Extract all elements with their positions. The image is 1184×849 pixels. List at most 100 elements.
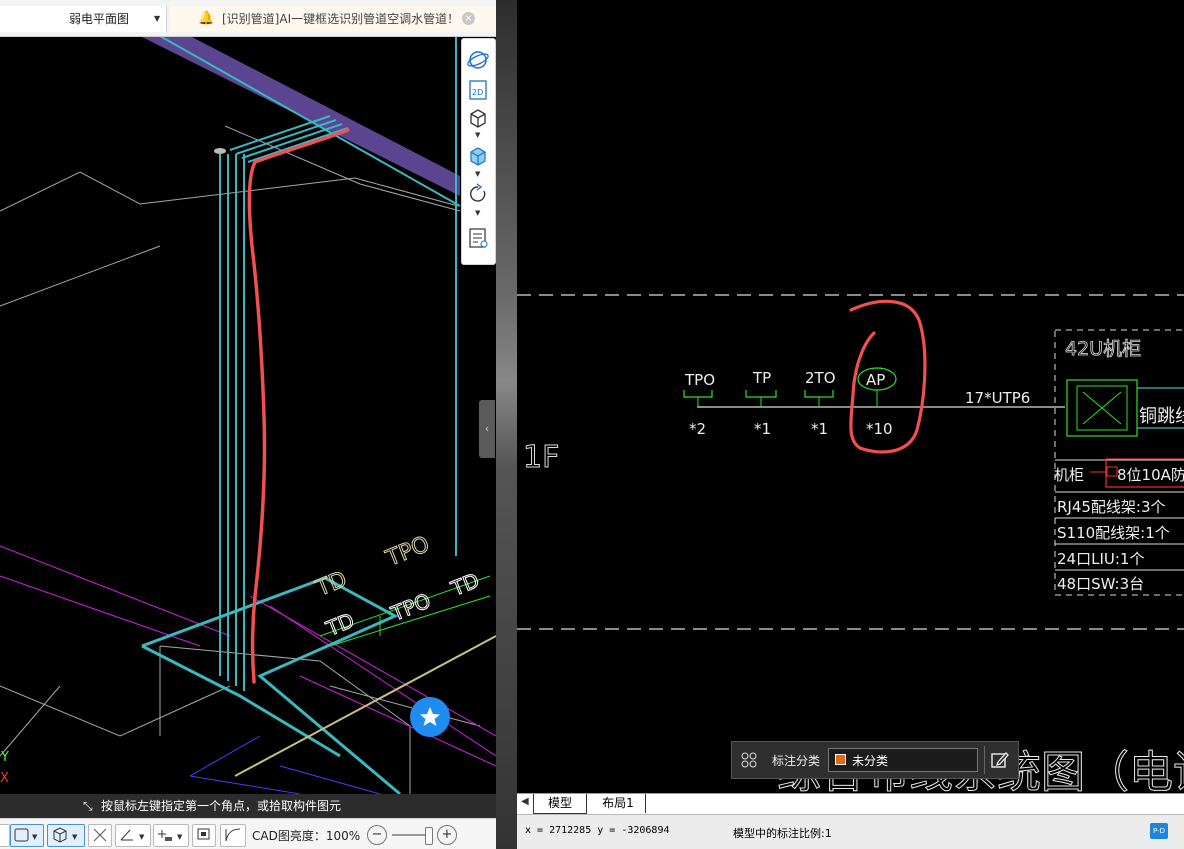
svg-text:▼: ▼ (139, 833, 145, 841)
curve-icon (225, 828, 241, 842)
rounded-rect-icon: ▼ (14, 828, 38, 842)
cross-icon (93, 828, 107, 842)
axis-x-label: X (0, 771, 9, 786)
floor-label: 1F (523, 440, 559, 475)
cabinet-item-1: RJ45配线架:3个 (1057, 498, 1166, 516)
layer-tool-button[interactable] (192, 824, 216, 847)
annotation-category-value: 未分类 (852, 754, 889, 768)
bottom-toolbar: ▼ ▼ ▼ ▼ CAD图亮度：100% − + (0, 818, 496, 849)
chevron-down-icon[interactable]: ▼ (475, 170, 480, 178)
outlet-2to-count: *1 (811, 420, 828, 438)
svg-text:▼: ▼ (177, 833, 183, 841)
cabinet-title: 42U机柜 (1065, 338, 1141, 360)
cad-canvas[interactable]: 1F TPO *2 TP *1 2TO *1 AP *10 17*UTP6 42… (517, 0, 1184, 793)
brightness-slider-knob[interactable] (425, 827, 433, 845)
toolbar-separator (984, 746, 985, 774)
outlet-tp: TP *1 (745, 369, 777, 438)
blue-hatch-1 (189, 735, 261, 777)
cube-solid-icon[interactable] (467, 145, 489, 167)
scene-label-td-3: TD (447, 568, 483, 601)
angle-tool-button[interactable]: ▼ (115, 824, 151, 847)
angle-icon: ▼ (120, 829, 145, 841)
teal-pipe-top-1 (159, 36, 461, 207)
tab-model[interactable]: 模型 (533, 794, 587, 814)
star-icon (420, 707, 440, 726)
zoom-in-button[interactable]: + (437, 825, 457, 845)
top-bar: 弱电平面图 ▼ 🔔 [识别管道]AI一键框选识别管道空调水管道！ × (0, 0, 496, 37)
outlet-ap-label: AP (866, 371, 885, 389)
snap-tool-button[interactable]: ▼ (153, 824, 189, 847)
cursor-coordinates: x = 2712285 y = -3206894 (525, 825, 670, 836)
tool-partial-button[interactable] (0, 824, 10, 847)
view-list-icon[interactable] (467, 227, 489, 249)
view-toolbar: 2D ▼ ▼ ▼ (461, 38, 496, 265)
blue-hatch-2 (189, 775, 301, 794)
axis-y-label: Y (1, 750, 9, 765)
orbit-icon[interactable] (467, 49, 489, 71)
tab-layout1[interactable]: 布局1 (591, 794, 646, 813)
cube-wire-icon[interactable] (467, 107, 489, 129)
annotation-category-select[interactable]: 未分类 (828, 748, 978, 772)
outlet-2to-label: 2TO (805, 369, 836, 387)
edit-icon[interactable] (990, 750, 1010, 770)
annotation-category-bar: 标注分类 未分类 (731, 741, 1019, 779)
notice-text: [识别管道]AI一键框选识别管道空调水管道！ (222, 12, 460, 26)
outlet-ap: AP *10 (857, 367, 897, 438)
favorite-button[interactable] (410, 697, 450, 737)
category-color-swatch (835, 754, 846, 765)
outlet-ap-count: *10 (866, 420, 893, 438)
rotate-icon[interactable] (467, 183, 489, 205)
close-icon[interactable]: × (462, 12, 475, 25)
outlet-tpo-count: *2 (689, 420, 706, 438)
chevron-down-icon[interactable]: ▼ (475, 209, 480, 217)
view-select[interactable]: 弱电平面图 ▼ (0, 6, 167, 32)
cross-tool-button[interactable] (88, 824, 112, 847)
command-hint-bar: ⤡ 按鼠标左键指定第一个角点，或拾取构件图元 (0, 794, 496, 818)
cad-brightness-label: CAD图亮度：100% (252, 829, 361, 843)
curve-tool-button[interactable] (220, 824, 246, 847)
bell-icon: 🔔 (198, 11, 215, 26)
gray-outline-7 (0, 685, 61, 757)
svg-text:▼: ▼ (72, 833, 78, 841)
cable-label: 17*UTP6 (965, 389, 1030, 407)
2d-icon[interactable]: 2D (467, 79, 489, 101)
cabinet-item-3: 24口LIU:1个 (1057, 550, 1144, 568)
box-select-button[interactable]: ▼ (10, 824, 44, 847)
view-select-value: 弱电平面图 (69, 12, 130, 26)
outlet-tp-count: *1 (754, 420, 771, 438)
left-3d-viewport-pane: TD TPO TD TPO TD 弱电平面图 ▼ 🔔 [识别管道]AI一键框选识… (0, 0, 496, 849)
chevron-down-icon[interactable]: ▼ (475, 131, 480, 139)
cad-drawing-pane: 1F TPO *2 TP *1 2TO *1 AP *10 17*UTP6 42… (517, 0, 1184, 849)
2d-icon-label: 2D (472, 88, 483, 97)
pane-divider[interactable] (496, 0, 517, 849)
pipe-end-cap (214, 148, 226, 154)
outlet-tpo-label: TPO (684, 371, 715, 389)
blue-hatch (189, 735, 381, 794)
status-bar: x = 2712285 y = -3206894 模型中的标注比例:1 P-D (517, 814, 1184, 849)
grid-icon[interactable] (741, 752, 757, 768)
notice-banner[interactable]: 🔔 [识别管道]AI一键框选识别管道空调水管道！ × (170, 6, 496, 32)
magenta-line-1 (0, 545, 231, 637)
pd-button[interactable]: P-D (1150, 823, 1168, 839)
svg-text:▼: ▼ (32, 833, 38, 841)
jumper-label: 铜跳线 (1139, 406, 1184, 427)
panel-collapse-handle[interactable]: ‹ (479, 400, 495, 458)
tab-nav-arrow-icon[interactable]: ◀ (521, 796, 529, 807)
cube-icon: ▼ (53, 827, 78, 843)
3d-view-button[interactable]: ▼ (47, 824, 85, 847)
gray-outline-group (0, 125, 481, 794)
cabinet-item-4: 48口SW:3台 (1057, 575, 1144, 593)
annotation-scale: 模型中的标注比例:1 (733, 827, 832, 840)
cabinet-row-label: 机柜 (1054, 466, 1084, 484)
cabinet-item-2: S110配线架:1个 (1057, 524, 1170, 542)
outlet-2to: 2TO *1 (804, 369, 836, 438)
annotation-category-label: 标注分类 (772, 754, 821, 768)
monitor-icon (197, 828, 210, 840)
3d-model-viewport[interactable]: TD TPO TD TPO TD (0, 36, 496, 794)
scene-label-td-1: TD (312, 567, 350, 602)
hint-text: 按鼠标左键指定第一个角点，或拾取构件图元 (101, 799, 342, 813)
surge-label: 8位10A防雷插 (1117, 466, 1184, 484)
gray-outline-2 (0, 245, 161, 307)
teal-pipe-base-2 (141, 644, 341, 758)
zoom-out-button[interactable]: − (367, 825, 387, 845)
